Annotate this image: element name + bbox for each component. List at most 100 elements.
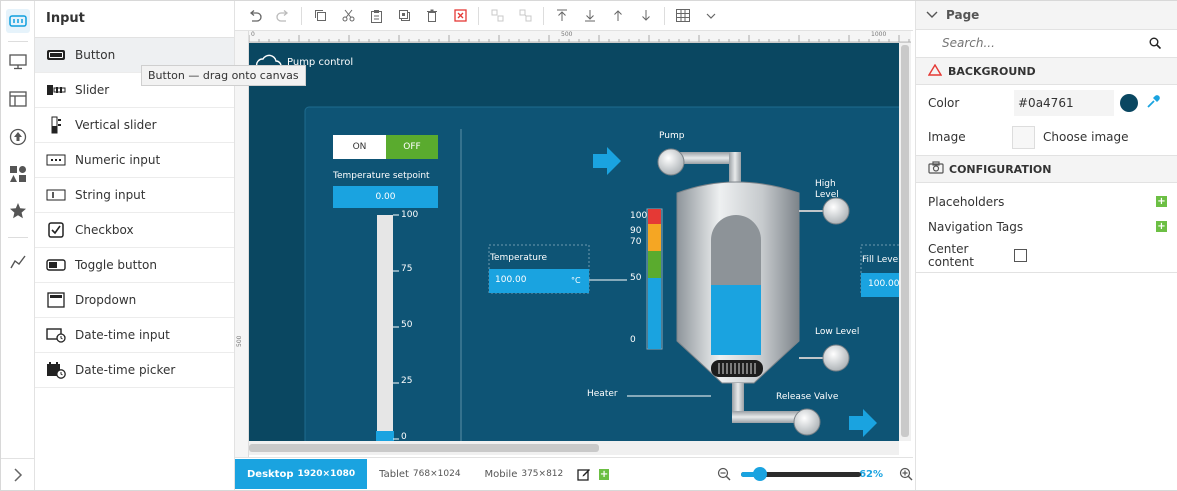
camera-settings-icon [928, 161, 944, 177]
toggle-on-label[interactable]: ON [333, 135, 386, 159]
canvas-vertical-scrollbar[interactable] [899, 43, 911, 441]
toggle-off-label[interactable]: OFF [386, 135, 438, 159]
search-icon[interactable] [1149, 37, 1162, 52]
expand-rail-chevron-icon[interactable] [1, 458, 35, 490]
palette-item-label: Dropdown [75, 293, 137, 307]
cut-icon[interactable] [334, 3, 362, 29]
app-window: Input Button Slider Vertical slider Nume… [0, 0, 1177, 491]
bring-to-front-icon[interactable] [548, 3, 576, 29]
send-to-back-icon[interactable] [576, 3, 604, 29]
palette-item-vertical-slider[interactable]: Vertical slider [35, 108, 234, 143]
add-device-icon[interactable]: + [599, 468, 609, 480]
level-gauge [646, 208, 663, 350]
input-widgets-icon[interactable] [6, 9, 30, 33]
edit-device-icon[interactable] [577, 467, 591, 481]
gauge-tick-label: 70 [630, 237, 642, 247]
add-placeholder-icon[interactable]: + [1156, 196, 1167, 207]
center-content-checkbox[interactable] [1014, 249, 1027, 262]
pump-label: Pump [659, 131, 685, 141]
duplicate-icon[interactable] [390, 3, 418, 29]
ungroup-icon[interactable] [511, 3, 539, 29]
shapes-widgets-icon[interactable] [6, 162, 30, 186]
canvas-horizontal-scrollbar[interactable] [249, 441, 899, 455]
fill-level-label: Fill Level [862, 255, 899, 265]
ruler-label: 500 [236, 335, 243, 347]
grid-icon[interactable] [669, 3, 697, 29]
vertical-ruler: 500 [235, 31, 249, 457]
heater-label: Heater [587, 389, 618, 399]
page-section-title: Page [946, 8, 980, 22]
device-resolution: 1920×1080 [297, 469, 356, 479]
background-section-header[interactable]: BACKGROUND [916, 57, 1177, 85]
delete-icon[interactable] [418, 3, 446, 29]
configuration-section-header[interactable]: CONFIGURATION [916, 155, 1177, 183]
center-content-row: Center content [916, 239, 1177, 273]
palette-item-date-time-input[interactable]: Date-time input [35, 318, 234, 353]
group-icon[interactable] [483, 3, 511, 29]
palette-item-dropdown[interactable]: Dropdown [35, 283, 234, 318]
palette-item-numeric-input[interactable]: Numeric input [35, 143, 234, 178]
color-hex-input[interactable]: #0a4761 [1014, 90, 1114, 116]
zoom-in-icon[interactable] [899, 467, 913, 481]
redo-icon[interactable] [269, 3, 297, 29]
device-tablet-tab[interactable]: Tablet 768×1024 [367, 459, 472, 489]
page-section-header[interactable]: Page [916, 1, 1177, 29]
setpoint-label: Temperature setpoint [333, 171, 430, 181]
slider-icon [46, 81, 66, 99]
favorites-icon[interactable] [6, 199, 30, 223]
device-bar: Desktop 1920×1080 Tablet 768×1024 Mobile 37… [235, 457, 913, 490]
zoom-slider-handle[interactable] [752, 467, 767, 481]
palette-item-string-input[interactable]: String input [35, 178, 234, 213]
grid-options-chevron-down-icon[interactable] [697, 3, 725, 29]
eyedropper-icon[interactable] [1146, 94, 1160, 112]
bring-forward-icon[interactable] [604, 3, 632, 29]
choose-image-button[interactable]: Choose image [1043, 130, 1129, 144]
copy-icon[interactable] [306, 3, 334, 29]
send-backward-icon[interactable] [632, 3, 660, 29]
device-resolution: 375×812 [521, 469, 564, 479]
upload-widgets-icon[interactable] [6, 125, 30, 149]
color-swatch[interactable] [1120, 94, 1138, 112]
device-resolution: 768×1024 [412, 469, 461, 479]
setpoint-value[interactable]: 0.00 [333, 186, 438, 208]
fill-level-value[interactable]: 100.00 [868, 279, 899, 289]
image-thumbnail[interactable] [1012, 125, 1035, 149]
layout-widgets-icon[interactable] [6, 87, 30, 111]
palette-item-label: Toggle button [75, 258, 157, 272]
device-label: Mobile [484, 468, 518, 480]
undo-icon[interactable] [241, 3, 269, 29]
gauge-tick-label: 90 [630, 226, 642, 236]
palette-item-date-time-picker[interactable]: Date-time picker [35, 353, 234, 388]
color-row: Color #0a4761 [916, 85, 1177, 121]
palette-item-label: String input [75, 188, 146, 202]
add-navigation-tag-icon[interactable]: + [1156, 221, 1167, 232]
background-warning-icon [927, 63, 943, 79]
zoom-out-icon[interactable] [717, 467, 731, 481]
palette-item-label: Button [75, 48, 116, 62]
temperature-value[interactable]: 100.00 [495, 275, 527, 285]
zoom-slider[interactable] [740, 467, 861, 481]
center-content-label: Center content [928, 241, 974, 269]
paste-icon[interactable] [362, 3, 390, 29]
palette-item-checkbox[interactable]: Checkbox [35, 213, 234, 248]
slider-tick-label: 75 [401, 264, 413, 274]
device-mobile-tab[interactable]: Mobile 375×812 [473, 459, 576, 489]
display-widgets-icon[interactable] [6, 50, 30, 74]
toggle-button-icon [46, 256, 66, 274]
palette-item-toggle-button[interactable]: Toggle button [35, 248, 234, 283]
design-canvas[interactable]: Pump control ON OFF Temperature setpoint… [249, 43, 899, 441]
navigation-tags-label: Navigation Tags [928, 219, 1024, 234]
temperature-label: Temperature [490, 253, 548, 263]
device-label: Desktop [247, 468, 294, 480]
trend-chart-icon[interactable] [6, 250, 30, 274]
palette-item-label: Checkbox [75, 223, 134, 237]
string-input-icon [46, 186, 66, 204]
property-search-input[interactable] [916, 30, 1146, 56]
horizontal-ruler: 0 500 1000 [249, 31, 911, 43]
palette-item-label: Slider [75, 83, 110, 97]
device-desktop-tab[interactable]: Desktop 1920×1080 [235, 459, 368, 489]
date-time-picker-icon [46, 361, 66, 379]
date-time-input-icon [46, 326, 66, 344]
properties-panel: Page BACKGROUND Color #0a4761 Image Choo… [915, 1, 1177, 490]
delete-all-icon[interactable] [446, 3, 474, 29]
